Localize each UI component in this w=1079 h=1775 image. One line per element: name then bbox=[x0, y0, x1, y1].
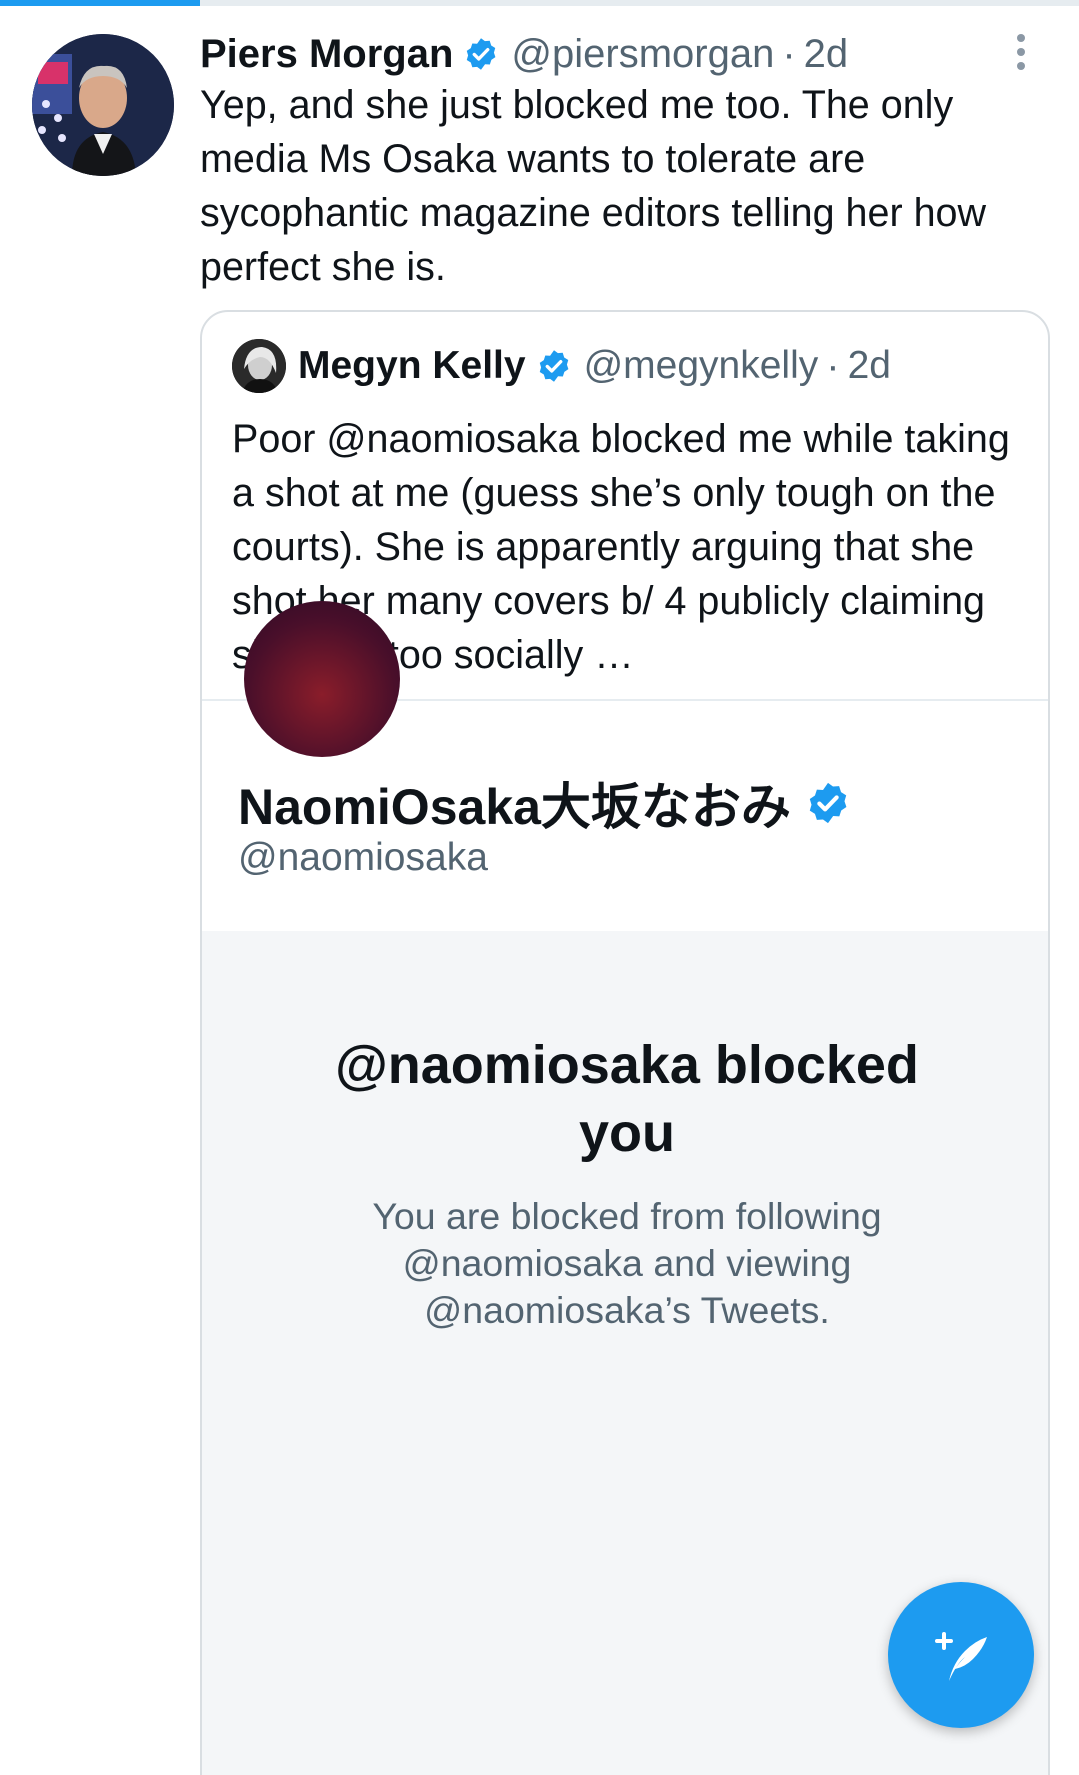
profile-photo bbox=[32, 34, 174, 176]
blocked-message: You are blocked from following @naomiosa… bbox=[372, 1195, 882, 1331]
author-handle[interactable]: @piersmorgan bbox=[511, 32, 774, 77]
blocked-title: @naomiosaka blocked you bbox=[335, 1035, 919, 1163]
compose-tweet-icon bbox=[935, 1632, 987, 1681]
quoted-tweet-timestamp: 2d bbox=[847, 344, 891, 387]
embedded-profile-avatar bbox=[244, 601, 400, 757]
separator-dot: · bbox=[826, 343, 840, 388]
tweet-timestamp[interactable]: 2d bbox=[804, 32, 849, 77]
top-progress-bar bbox=[0, 0, 1079, 6]
progress-fill bbox=[0, 0, 200, 6]
quoted-author-name: Megyn Kelly bbox=[298, 344, 526, 387]
more-vertical-icon[interactable] bbox=[1011, 32, 1031, 76]
verified-badge-icon bbox=[809, 782, 847, 824]
author-avatar[interactable] bbox=[32, 34, 174, 176]
compose-tweet-button[interactable] bbox=[888, 1582, 1034, 1728]
verified-badge-icon bbox=[539, 350, 568, 382]
author-name[interactable]: Piers Morgan bbox=[200, 32, 453, 77]
embedded-profile-name: NaomiOsaka大坂なおみ bbox=[238, 779, 791, 835]
tweet-header: Piers Morgan @piersmorgan · 2d bbox=[200, 26, 1039, 82]
quoted-author-handle: @megynkelly bbox=[583, 344, 819, 387]
quoted-author-avatar bbox=[232, 339, 286, 393]
quoted-tweet-header: Megyn Kelly @megynkelly · 2d bbox=[232, 338, 891, 394]
separator-dot: · bbox=[782, 31, 796, 76]
verified-badge-icon bbox=[467, 38, 496, 70]
quoted-tweet-card[interactable]: Megyn Kelly @megynkelly · 2d Poor @naomi… bbox=[200, 310, 1050, 1775]
tweet-text: Yep, and she just blocked me too. The on… bbox=[200, 83, 987, 289]
embedded-profile-name-row: NaomiOsaka大坂なおみ bbox=[238, 767, 851, 839]
embedded-profile-handle: @naomiosaka bbox=[238, 836, 488, 879]
profile-photo bbox=[232, 339, 286, 393]
